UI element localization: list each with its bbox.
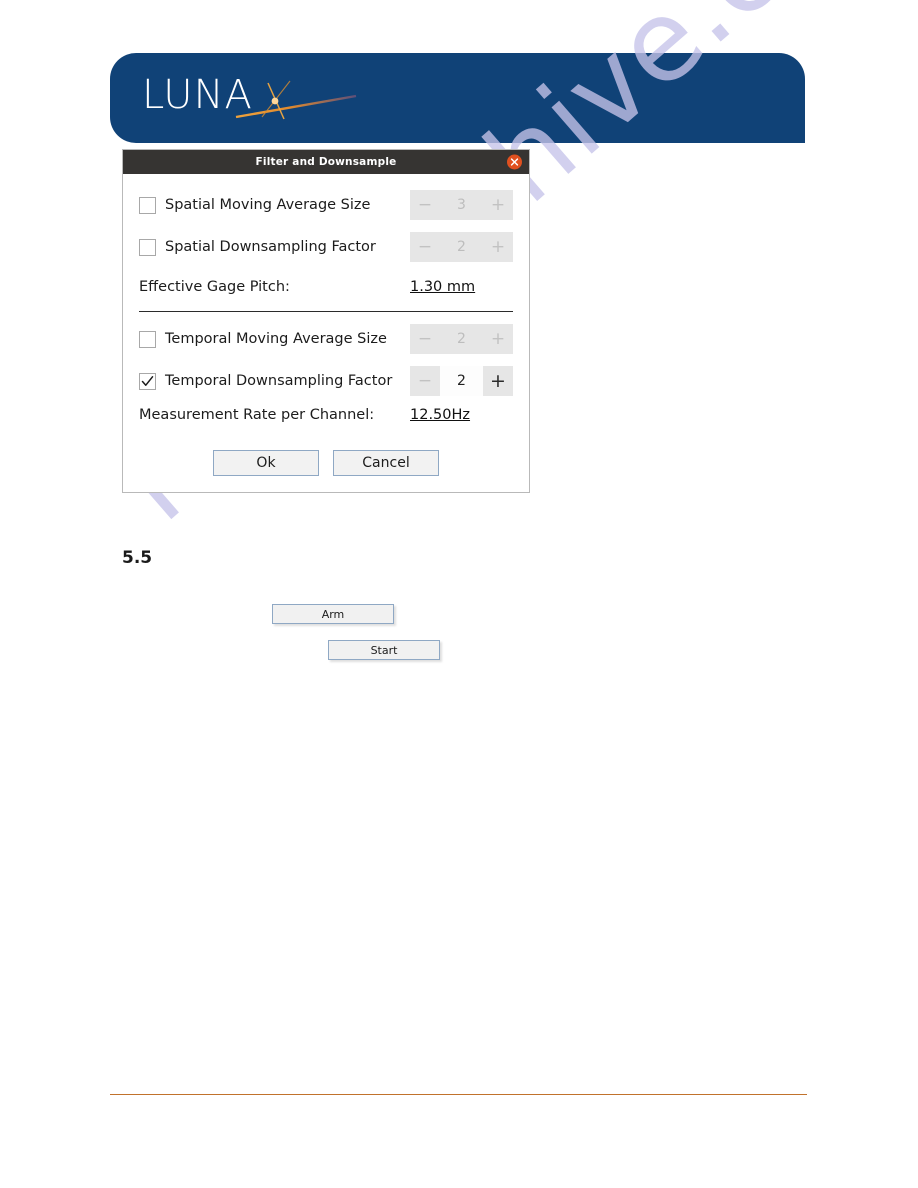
spinner-value[interactable]: 3: [440, 190, 483, 220]
value-measurement-rate: 12.50Hz: [410, 407, 471, 423]
value-effective-gage-pitch: 1.30 mm: [410, 279, 476, 295]
header-banner: LUNA: [110, 53, 805, 143]
spinner-increment-button[interactable]: +: [483, 190, 513, 220]
section-divider: [139, 311, 513, 312]
ok-button[interactable]: Ok: [213, 450, 319, 476]
dialog-body: Spatial Moving Average Size − 3 + Spatia…: [123, 174, 529, 492]
spinner-value[interactable]: 2: [440, 324, 483, 354]
label-effective-gage-pitch: Effective Gage Pitch:: [139, 279, 290, 295]
dialog-title: Filter and Downsample: [255, 156, 397, 168]
spinner-decrement-button[interactable]: −: [410, 366, 440, 396]
spinner-temporal-moving-average: − 2 +: [410, 324, 513, 354]
start-button[interactable]: Start: [328, 640, 440, 660]
spinner-spatial-downsampling: − 2 +: [410, 232, 513, 262]
label-spatial-downsampling: Spatial Downsampling Factor: [165, 239, 376, 255]
spinner-increment-button[interactable]: +: [483, 324, 513, 354]
label-spatial-moving-average: Spatial Moving Average Size: [165, 197, 371, 213]
cancel-button[interactable]: Cancel: [333, 450, 439, 476]
checkbox-spatial-downsampling[interactable]: [139, 238, 156, 256]
spinner-decrement-button[interactable]: −: [410, 324, 440, 354]
spinner-spatial-moving-average: − 3 +: [410, 190, 513, 220]
spatial-moving-average-row: Spatial Moving Average Size − 3 +: [139, 188, 513, 222]
footer-rule: [110, 1094, 807, 1095]
checkbox-temporal-downsampling[interactable]: [139, 372, 156, 390]
spinner-value[interactable]: 2: [440, 366, 483, 396]
dialog-titlebar: Filter and Downsample: [123, 150, 529, 174]
arm-button[interactable]: Arm: [272, 604, 394, 624]
spinner-value[interactable]: 2: [440, 232, 483, 262]
spatial-downsampling-row: Spatial Downsampling Factor − 2 +: [139, 230, 513, 264]
effective-gage-pitch-row: Effective Gage Pitch: 1.30 mm: [139, 272, 513, 302]
spinner-decrement-button[interactable]: −: [410, 232, 440, 262]
checkbox-spatial-moving-average[interactable]: [139, 196, 156, 214]
close-x-glyph: [510, 158, 519, 166]
spinner-temporal-downsampling: − 2 +: [410, 366, 513, 396]
temporal-moving-average-row: Temporal Moving Average Size − 2 +: [139, 322, 513, 356]
starburst-icon: [235, 80, 357, 120]
temporal-downsampling-row: Temporal Downsampling Factor − 2 +: [139, 364, 513, 398]
measurement-rate-row: Measurement Rate per Channel: 12.50Hz: [139, 400, 513, 430]
spinner-decrement-button[interactable]: −: [410, 190, 440, 220]
section-number: 5.5: [122, 548, 153, 568]
spinner-increment-button[interactable]: +: [483, 232, 513, 262]
dialog-actions: Ok Cancel: [139, 450, 513, 476]
luna-logo: LUNA: [142, 73, 382, 123]
check-icon: [141, 375, 154, 386]
filter-and-downsample-dialog: Filter and Downsample Spatial Moving Ave…: [122, 149, 530, 493]
label-temporal-moving-average: Temporal Moving Average Size: [165, 331, 387, 347]
label-measurement-rate: Measurement Rate per Channel:: [139, 407, 375, 423]
spinner-increment-button[interactable]: +: [483, 366, 513, 396]
label-temporal-downsampling: Temporal Downsampling Factor: [165, 373, 393, 389]
checkbox-temporal-moving-average[interactable]: [139, 330, 156, 348]
close-icon[interactable]: [507, 154, 522, 170]
